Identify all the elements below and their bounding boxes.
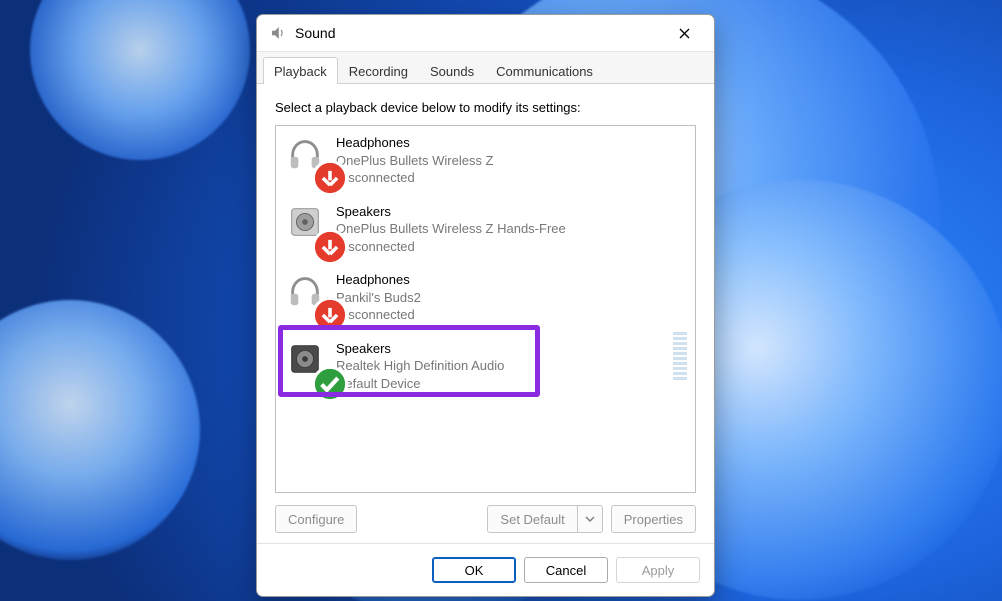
button-label: Properties: [624, 512, 683, 527]
speaker-icon: [286, 340, 324, 378]
headphones-icon: [286, 134, 324, 172]
button-label: OK: [465, 563, 484, 578]
speaker-icon: [269, 24, 287, 42]
tab-label: Sounds: [430, 64, 474, 79]
device-item-headphones-oneplus[interactable]: Headphones OnePlus Bullets Wireless Z Di…: [276, 126, 695, 195]
headphones-icon: [286, 271, 324, 309]
device-text: Speakers OnePlus Bullets Wireless Z Hand…: [336, 203, 566, 256]
device-item-speakers-oneplus[interactable]: Speakers OnePlus Bullets Wireless Z Hand…: [276, 195, 695, 264]
set-default-splitbutton[interactable]: Set Default: [487, 505, 602, 533]
device-subtitle: Realtek High Definition Audio: [336, 357, 504, 375]
apply-button[interactable]: Apply: [616, 557, 700, 583]
speaker-icon: [286, 203, 324, 241]
desktop-wallpaper: Sound Playback Recording Sounds Communic…: [0, 0, 1002, 601]
device-status: Default Device: [336, 375, 504, 393]
tab-content: Select a playback device below to modify…: [257, 84, 714, 543]
tab-label: Recording: [349, 64, 408, 79]
wallpaper-shape: [0, 300, 200, 560]
ok-button[interactable]: OK: [432, 557, 516, 583]
tab-label: Playback: [274, 64, 327, 79]
device-item-headphones-buds2[interactable]: Headphones Pankil's Buds2 Disconnected: [276, 263, 695, 332]
device-text: Speakers Realtek High Definition Audio D…: [336, 340, 504, 393]
tab-communications[interactable]: Communications: [485, 57, 604, 84]
properties-button[interactable]: Properties: [611, 505, 696, 533]
device-name: Speakers: [336, 340, 504, 358]
tab-label: Communications: [496, 64, 593, 79]
dialog-footer: OK Cancel Apply: [257, 543, 714, 596]
button-label: Apply: [642, 563, 675, 578]
device-subtitle: OnePlus Bullets Wireless Z Hands-Free: [336, 220, 566, 238]
set-default-dropdown[interactable]: [578, 505, 603, 533]
instruction-text: Select a playback device below to modify…: [275, 100, 696, 115]
cancel-button[interactable]: Cancel: [524, 557, 608, 583]
tab-strip: Playback Recording Sounds Communications: [257, 52, 714, 84]
tab-sounds[interactable]: Sounds: [419, 57, 485, 84]
tab-recording[interactable]: Recording: [338, 57, 419, 84]
device-name: Headphones: [336, 271, 421, 289]
checkmark-badge-icon: [311, 365, 327, 381]
close-button[interactable]: [662, 18, 706, 48]
button-label: Set Default: [500, 512, 564, 527]
wallpaper-shape: [30, 0, 250, 160]
tab-playback[interactable]: Playback: [263, 57, 338, 84]
device-subtitle: OnePlus Bullets Wireless Z: [336, 152, 494, 170]
device-actions-row: Configure Set Default Properties: [275, 505, 696, 533]
close-icon: [679, 28, 690, 39]
error-badge-icon: [311, 296, 327, 312]
device-item-speakers-realtek[interactable]: Speakers Realtek High Definition Audio D…: [276, 332, 695, 401]
error-badge-icon: [311, 228, 327, 244]
window-title: Sound: [295, 25, 662, 41]
device-name: Speakers: [336, 203, 566, 221]
button-label: Configure: [288, 512, 344, 527]
sound-dialog: Sound Playback Recording Sounds Communic…: [256, 14, 715, 597]
device-text: Headphones OnePlus Bullets Wireless Z Di…: [336, 134, 494, 187]
level-meter: [673, 332, 687, 380]
button-label: Cancel: [546, 563, 586, 578]
device-name: Headphones: [336, 134, 494, 152]
configure-button[interactable]: Configure: [275, 505, 357, 533]
error-badge-icon: [311, 159, 327, 175]
set-default-button[interactable]: Set Default: [487, 505, 577, 533]
titlebar: Sound: [257, 15, 714, 52]
playback-device-list[interactable]: Headphones OnePlus Bullets Wireless Z Di…: [275, 125, 696, 493]
device-status: Disconnected: [336, 238, 566, 256]
device-status: Disconnected: [336, 169, 494, 187]
chevron-down-icon: [585, 514, 595, 524]
